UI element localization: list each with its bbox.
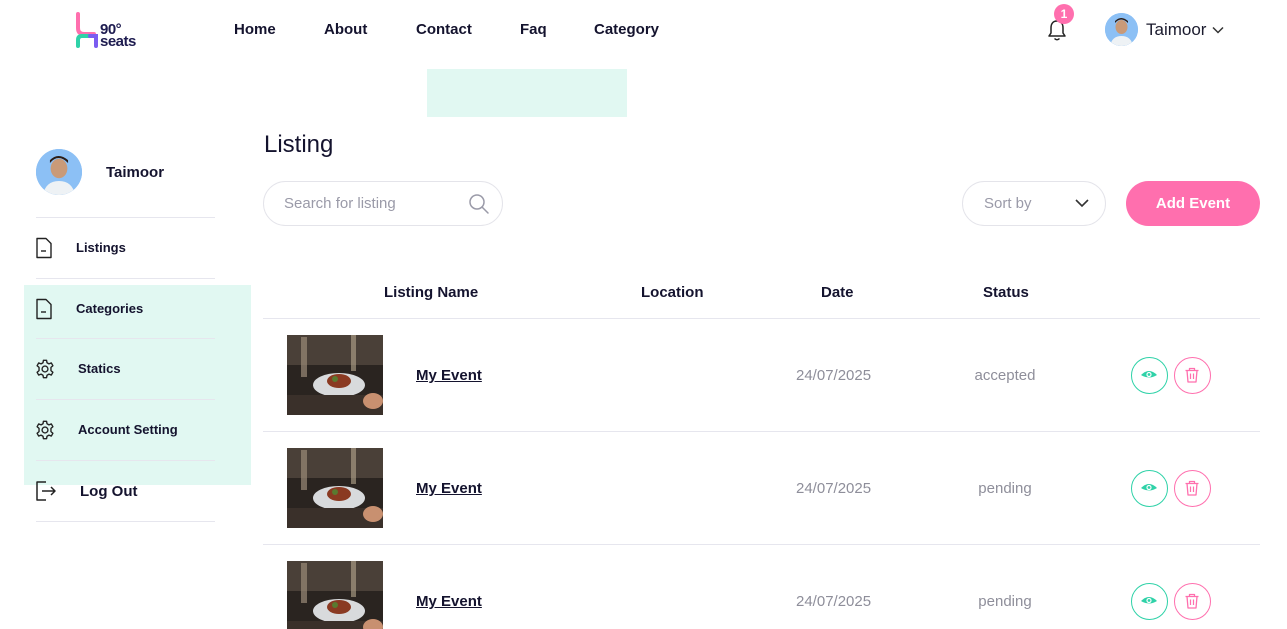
sidebar-item-label: Account Setting — [78, 422, 178, 437]
sort-label: Sort by — [984, 195, 1032, 212]
delete-button[interactable] — [1174, 583, 1211, 620]
event-thumbnail — [287, 561, 383, 629]
decorative-panel-top — [427, 69, 627, 117]
table-row: My Event 24/07/2025 accepted — [263, 319, 1260, 432]
divider — [36, 521, 215, 522]
table-row: My Event 24/07/2025 pending — [263, 545, 1260, 629]
logo-line-2: seats — [100, 33, 136, 50]
page-title: Listing — [264, 131, 334, 158]
sidebar-item-label: Categories — [76, 301, 144, 316]
trash-icon — [1185, 480, 1199, 496]
column-header-location: Location — [641, 284, 704, 301]
listing-name-link[interactable]: My Event — [416, 367, 482, 384]
sidebar-item-account-setting[interactable]: Account Setting — [34, 410, 215, 450]
listing-name-link[interactable]: My Event — [416, 593, 482, 610]
chevron-down-icon — [1075, 199, 1089, 208]
eye-icon — [1141, 597, 1157, 604]
delete-button[interactable] — [1174, 470, 1211, 507]
listing-name-link[interactable]: My Event — [416, 480, 482, 497]
nav-home[interactable]: Home — [234, 21, 276, 38]
status-badge: pending — [978, 593, 1032, 610]
avatar-image — [36, 149, 82, 195]
divider — [36, 460, 215, 461]
view-button[interactable] — [1131, 357, 1168, 394]
sidebar-item-label: Statics — [78, 361, 121, 376]
sidebar-item-statics[interactable]: Statics — [34, 349, 215, 389]
nav-faq[interactable]: Faq — [520, 21, 547, 38]
nav-contact[interactable]: Contact — [416, 21, 472, 38]
column-header-listing-name: Listing Name — [384, 284, 479, 301]
sidebar-avatar — [36, 149, 82, 195]
notification-badge: 1 — [1054, 4, 1074, 24]
eye-icon — [1141, 371, 1157, 378]
delete-button[interactable] — [1174, 357, 1211, 394]
sidebar-item-categories[interactable]: Categories — [34, 289, 215, 329]
event-thumbnail — [287, 448, 383, 528]
view-button[interactable] — [1131, 470, 1168, 507]
sidebar-user-name: Taimoor — [106, 164, 165, 181]
logo-text: 90° seats — [100, 22, 136, 50]
document-icon — [36, 237, 52, 259]
document-icon — [36, 298, 52, 320]
column-header-date: Date — [821, 284, 854, 301]
nav-category[interactable]: Category — [594, 21, 659, 38]
sidebar-item-listings[interactable]: Listings — [34, 228, 215, 268]
sidebar-item-label: Listings — [76, 240, 126, 255]
divider — [36, 399, 215, 400]
sidebar-item-log-out[interactable]: Log Out — [34, 471, 215, 511]
view-button[interactable] — [1131, 583, 1168, 620]
event-image — [287, 335, 383, 415]
status-badge: pending — [978, 480, 1032, 497]
gear-icon — [36, 359, 54, 379]
divider — [36, 217, 215, 218]
listing-date: 24/07/2025 — [796, 367, 872, 384]
trash-icon — [1185, 593, 1199, 609]
event-image — [287, 561, 383, 629]
logout-icon — [36, 481, 56, 501]
event-thumbnail — [287, 335, 383, 415]
avatar-image — [1105, 13, 1138, 46]
search-input[interactable] — [284, 193, 464, 213]
gear-icon — [36, 420, 54, 440]
sidebar-item-label: Log Out — [80, 483, 138, 500]
status-badge: accepted — [974, 367, 1036, 384]
chevron-down-icon[interactable] — [1212, 24, 1224, 36]
table-row: My Event 24/07/2025 pending — [263, 432, 1260, 545]
header-user-name[interactable]: Taimoor — [1146, 20, 1206, 40]
sort-dropdown[interactable]: Sort by — [962, 181, 1106, 226]
divider — [36, 278, 215, 279]
column-header-status: Status — [983, 284, 1029, 301]
listing-date: 24/07/2025 — [796, 480, 872, 497]
add-event-button[interactable]: Add Event — [1126, 181, 1260, 226]
search-icon[interactable] — [468, 193, 490, 215]
eye-icon — [1141, 484, 1157, 491]
search-box[interactable] — [263, 181, 503, 226]
nav-about[interactable]: About — [324, 21, 367, 38]
avatar[interactable] — [1105, 13, 1138, 46]
trash-icon — [1185, 367, 1199, 383]
listing-date: 24/07/2025 — [796, 593, 872, 610]
divider — [36, 338, 215, 339]
event-image — [287, 448, 383, 528]
